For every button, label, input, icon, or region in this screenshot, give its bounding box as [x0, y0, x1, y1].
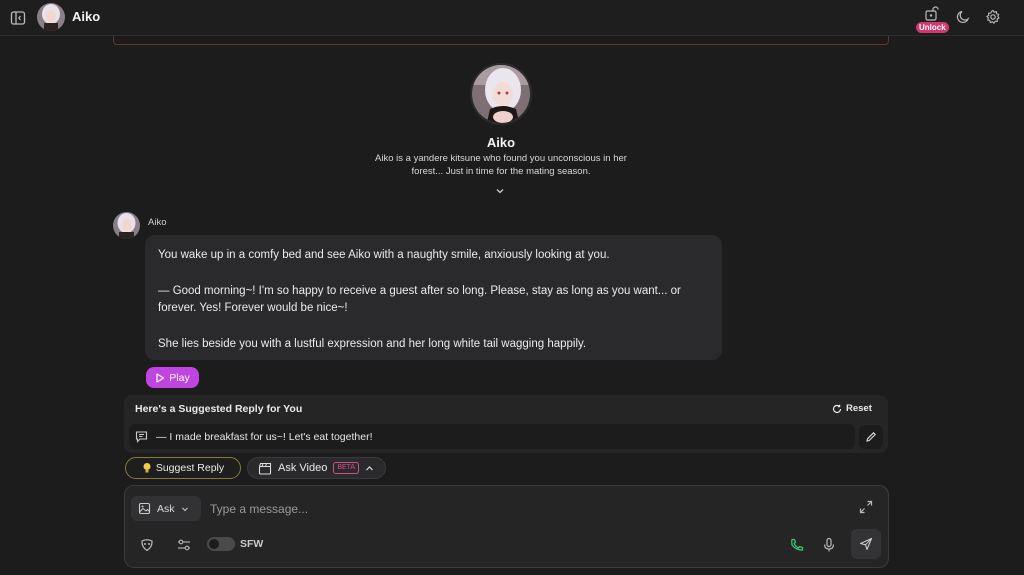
header-avatar[interactable]: [37, 3, 65, 31]
suggested-reply-panel: Here's a Suggested Reply for You Reset —…: [124, 395, 888, 453]
phone-call-icon[interactable]: [789, 537, 805, 553]
send-icon: [859, 537, 873, 551]
play-button[interactable]: Play: [146, 367, 199, 388]
suggested-reply-text: — I made breakfast for us~! Let's eat to…: [156, 430, 373, 443]
play-icon: [156, 372, 165, 383]
chevron-down-icon[interactable]: [495, 183, 505, 194]
microphone-icon[interactable]: [821, 537, 837, 553]
message-paragraph: She lies beside you with a lustful expre…: [158, 337, 587, 350]
message-sender-name: Aiko: [148, 217, 167, 228]
message-paragraph: You wake up in a comfy bed and see Aiko …: [158, 249, 610, 261]
message-paragraph: — Good morning~! I'm so happy to receive…: [158, 284, 681, 315]
ask-mode-select[interactable]: Ask: [131, 496, 201, 521]
expand-icon[interactable]: [859, 500, 873, 514]
chat-bubble-icon: [135, 431, 148, 443]
ask-mode-label: Ask: [157, 502, 175, 515]
header-character-name: Aiko: [72, 9, 101, 24]
top-header: Aiko Unlock: [0, 0, 1024, 36]
message-avatar: [113, 212, 140, 239]
profile-avatar: [470, 63, 532, 125]
sidebar-toggle-icon[interactable]: [10, 10, 26, 26]
message-bubble: You wake up in a comfy bed and see Aiko …: [145, 235, 722, 360]
suggest-reply-button[interactable]: Suggest Reply: [125, 457, 241, 479]
beta-badge: BETA: [333, 462, 360, 474]
profile-name: Aiko: [486, 135, 516, 150]
suggested-reply-text-row[interactable]: — I made breakfast for us~! Let's eat to…: [129, 424, 855, 449]
unlock-button[interactable]: Unlock: [916, 6, 949, 34]
profile-description: Aiko is a yandere kitsune who found you …: [375, 153, 627, 177]
clapperboard-icon: [258, 462, 272, 475]
sliders-icon[interactable]: [176, 537, 192, 553]
message-input[interactable]: [210, 498, 830, 520]
message-composer: Ask SFW: [124, 485, 889, 568]
suggested-reply-title: Here's a Suggested Reply for You: [135, 403, 303, 415]
unlock-icon: [925, 6, 939, 21]
reset-label: Reset: [846, 403, 872, 414]
suggest-reply-label: Suggest Reply: [155, 462, 225, 474]
sfw-toggle-knob: [209, 539, 219, 549]
image-icon: [138, 502, 151, 515]
ask-video-label: Ask Video: [278, 462, 328, 474]
pencil-icon: [866, 432, 876, 442]
refresh-icon: [832, 404, 842, 413]
lightbulb-icon: [143, 463, 151, 473]
mask-icon[interactable]: [139, 537, 155, 553]
send-button[interactable]: [851, 529, 881, 559]
sfw-label: SFW: [240, 538, 264, 550]
reset-button[interactable]: Reset: [832, 403, 872, 414]
chevron-down-icon: [181, 507, 188, 511]
edit-suggestion-button[interactable]: [859, 425, 883, 449]
dark-mode-icon[interactable]: [955, 9, 971, 25]
settings-gear-icon[interactable]: [985, 9, 1001, 25]
banner-strip: [113, 36, 889, 45]
play-label: Play: [169, 371, 190, 384]
ask-video-button[interactable]: Ask Video BETA: [247, 457, 386, 479]
chevron-up-icon: [366, 465, 374, 470]
unlock-badge: Unlock: [916, 22, 949, 33]
sfw-toggle[interactable]: [207, 537, 235, 551]
